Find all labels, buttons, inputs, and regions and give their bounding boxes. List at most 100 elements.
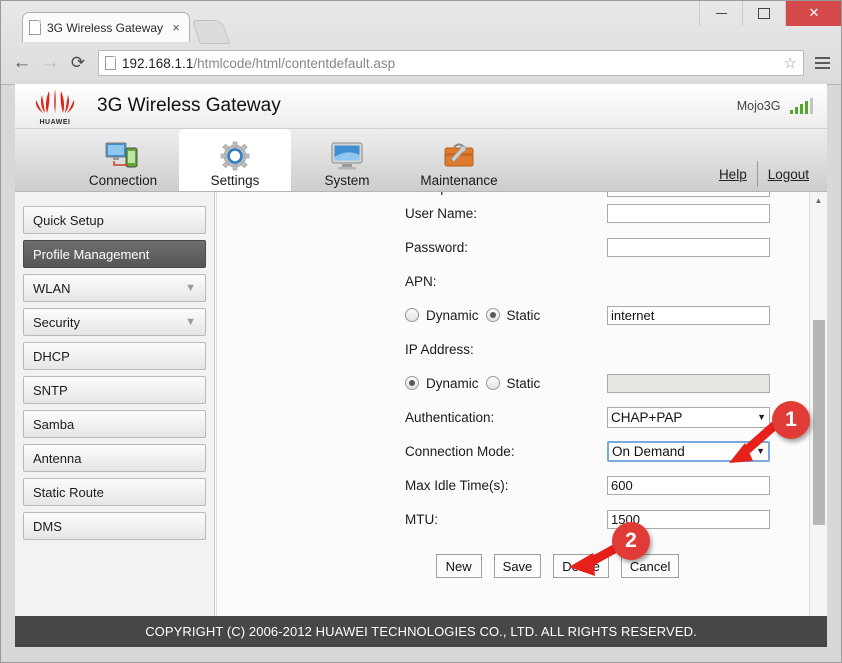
content-pane: Dial-up Number: User Name:: [216, 192, 827, 647]
reload-icon[interactable]: ⟳: [64, 49, 92, 77]
nav-utility-links: Help Logout: [719, 161, 827, 191]
screenshot-root: ✕ 3G Wireless Gateway × ← → ⟳ 192.168.1.…: [0, 0, 842, 663]
form-row-password: Password:: [405, 230, 810, 264]
toolbox-icon: [441, 140, 477, 172]
sidebar-item-wlan[interactable]: WLAN ▼: [23, 274, 206, 302]
ip-field-wrap: [607, 373, 772, 393]
sidebar-item-sntp[interactable]: SNTP: [23, 376, 206, 404]
tab-system[interactable]: System: [291, 129, 403, 191]
vertical-scrollbar[interactable]: ▲ ▼: [809, 192, 827, 631]
form-button-row: New Save Delete Cancel: [405, 536, 810, 578]
tab-settings-label: Settings: [210, 173, 260, 188]
delete-button[interactable]: Delete: [553, 554, 609, 578]
gear-icon: [218, 140, 252, 172]
max-idle-time-input[interactable]: [607, 475, 770, 495]
sidebar-item-dms[interactable]: DMS: [23, 512, 206, 540]
page-title: 3G Wireless Gateway: [97, 95, 281, 116]
sidebar-item-static-route[interactable]: Static Route: [23, 478, 206, 506]
save-button[interactable]: Save: [493, 554, 542, 578]
body-area: Quick Setup Profile Management WLAN ▼ Se…: [15, 192, 827, 647]
chevron-down-icon: ▼: [185, 316, 196, 328]
profile-form: Dial-up Number: User Name:: [217, 192, 810, 578]
url-host: 192.168.1.1: [122, 55, 194, 71]
connection-icon: [104, 140, 142, 172]
tab-close-icon[interactable]: ×: [169, 20, 183, 35]
new-button[interactable]: New: [435, 554, 482, 578]
tab-title: 3G Wireless Gateway: [47, 20, 164, 35]
username-input[interactable]: [607, 203, 770, 223]
chevron-down-icon: ▼: [756, 446, 765, 456]
sidebar-item-security[interactable]: Security ▼: [23, 308, 206, 336]
help-link[interactable]: Help: [719, 167, 747, 182]
apn-input[interactable]: [607, 305, 770, 325]
tab-settings[interactable]: Settings: [179, 129, 291, 191]
ip-label: IP Address:: [405, 341, 474, 357]
brand-bar: HUAWEI 3G Wireless Gateway Mojo3G: [15, 84, 827, 129]
bookmark-star-icon[interactable]: ☆: [778, 54, 797, 72]
router-page: HUAWEI 3G Wireless Gateway Mojo3G Connec…: [15, 84, 827, 647]
page-icon: [29, 20, 41, 35]
tab-maintenance[interactable]: Maintenance: [403, 129, 515, 191]
sidebar-item-antenna[interactable]: Antenna: [23, 444, 206, 472]
chevron-down-icon: ▼: [185, 282, 196, 294]
huawei-flower-icon: [35, 89, 75, 113]
vertical-scroll-thumb[interactable]: [813, 320, 825, 525]
form-row-ip: Dynamic Static: [405, 366, 810, 400]
dialup-label: Dial-up Number:: [405, 192, 607, 195]
connection-mode-select[interactable]: On Demand ▼: [607, 440, 770, 462]
ip-dynamic-radio[interactable]: [405, 376, 419, 390]
password-input[interactable]: [607, 237, 770, 257]
username-field-wrap: [607, 203, 772, 223]
minimize-button[interactable]: [699, 0, 742, 26]
forward-icon[interactable]: →: [36, 49, 64, 77]
profile-form-scroll: Dial-up Number: User Name:: [216, 192, 810, 631]
sidebar-item-label: DMS: [33, 518, 62, 534]
form-row-mtu: MTU:: [405, 502, 810, 536]
sidebar-item-profile-management[interactable]: Profile Management: [23, 240, 206, 268]
sidebar-item-label: SNTP: [33, 382, 68, 398]
footer-copyright: COPYRIGHT (C) 2006-2012 HUAWEI TECHNOLOG…: [15, 616, 827, 647]
form-row-connection-mode: Connection Mode: On Demand ▼: [405, 434, 810, 468]
monitor-icon: [329, 140, 365, 172]
sidebar-item-dhcp[interactable]: DHCP: [23, 342, 206, 370]
browser-tab[interactable]: 3G Wireless Gateway ×: [22, 12, 190, 42]
dialup-input[interactable]: [607, 192, 770, 197]
sidebar-item-quick-setup[interactable]: Quick Setup: [23, 206, 206, 234]
tab-connection[interactable]: Connection: [67, 129, 179, 191]
browser-chrome: ✕ 3G Wireless Gateway × ← → ⟳ 192.168.1.…: [0, 0, 842, 85]
close-window-button[interactable]: ✕: [785, 0, 842, 26]
apn-dynamic-label: Dynamic: [426, 307, 479, 323]
authentication-select[interactable]: CHAP+PAP ▼: [607, 406, 770, 428]
ip-dynamic-label: Dynamic: [426, 375, 479, 391]
signal-strength-icon: [789, 98, 813, 114]
address-bar[interactable]: 192.168.1.1/htmlcode/html/contentdefault…: [98, 50, 804, 76]
connection-mode-field-wrap: On Demand ▼: [607, 440, 772, 462]
scroll-up-icon[interactable]: ▲: [810, 192, 827, 209]
back-icon[interactable]: ←: [8, 49, 36, 77]
document-icon: [105, 56, 116, 70]
logout-link[interactable]: Logout: [768, 167, 809, 182]
apn-static-label: Static: [506, 307, 541, 323]
ip-radio-group: Dynamic Static: [405, 376, 607, 391]
ip-input: [607, 373, 770, 393]
sidebar-item-label: Samba: [33, 416, 75, 432]
apn-radio-group: Dynamic Static: [405, 308, 607, 323]
sidebar-item-samba[interactable]: Samba: [23, 410, 206, 438]
apn-static-radio[interactable]: [485, 308, 500, 322]
connection-mode-value: On Demand: [612, 443, 685, 459]
form-row-apn: Dynamic Static: [405, 298, 810, 332]
browser-menu-icon[interactable]: [810, 50, 834, 76]
authentication-field-wrap: CHAP+PAP ▼: [607, 406, 772, 428]
form-row-apn-label: APN:: [405, 264, 810, 298]
username-label: User Name:: [405, 205, 478, 221]
sidebar: Quick Setup Profile Management WLAN ▼ Se…: [15, 192, 215, 647]
ip-static-radio[interactable]: [485, 376, 500, 390]
max-idle-time-field-wrap: [607, 475, 772, 495]
form-row-username: User Name:: [405, 196, 810, 230]
tab-connection-label: Connection: [88, 173, 158, 188]
apn-dynamic-radio[interactable]: [405, 308, 419, 322]
maximize-button[interactable]: [742, 0, 785, 26]
sidebar-item-label: DHCP: [33, 348, 70, 364]
close-icon: ✕: [808, 5, 820, 20]
sidebar-item-label: Antenna: [33, 450, 82, 466]
